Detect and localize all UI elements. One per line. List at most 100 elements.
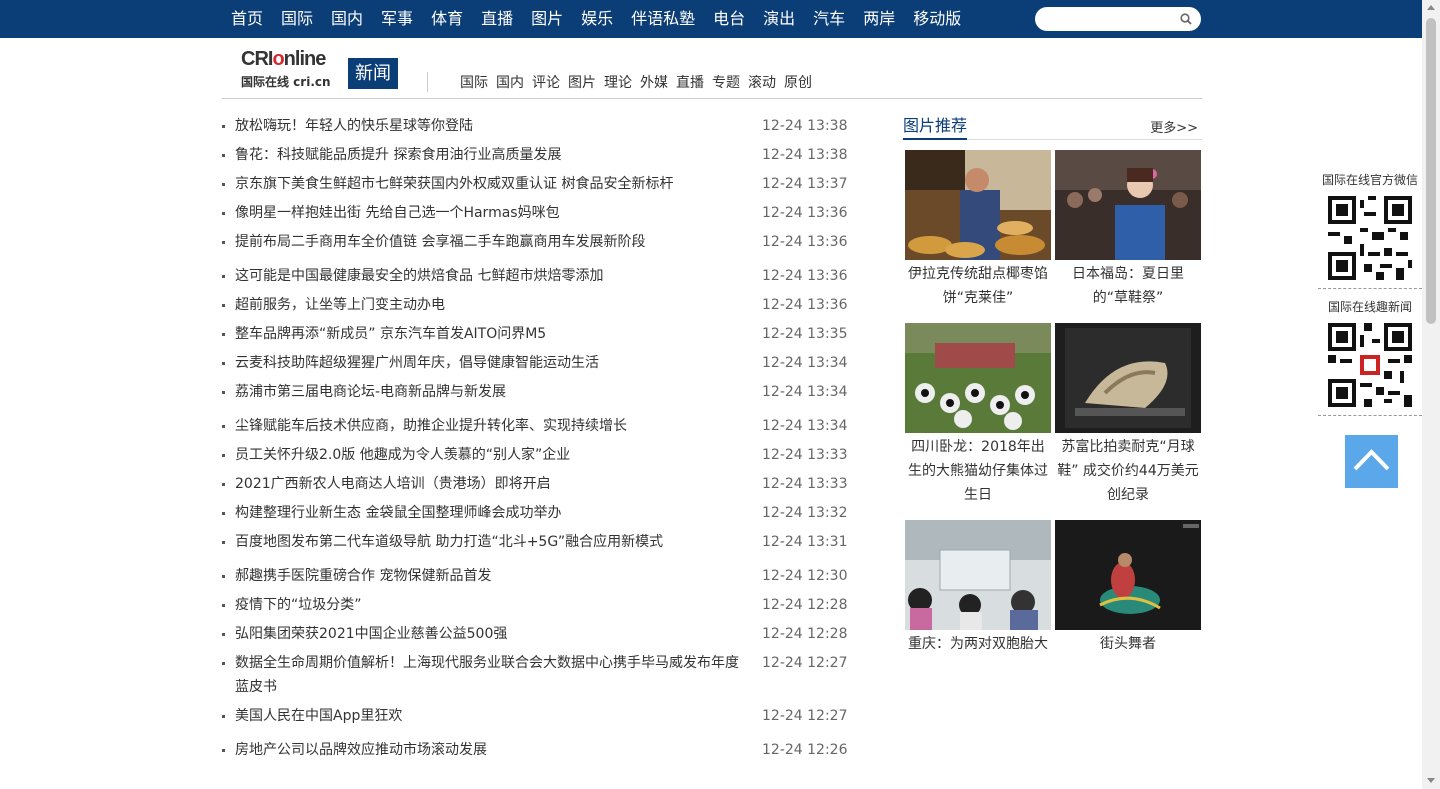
nav-auto[interactable]: 汽车 <box>804 0 854 38</box>
news-title[interactable]: 云麦科技助阵超级猩猩广州周年庆，倡导健康智能运动生活 <box>235 351 745 375</box>
news-item[interactable]: 2021广西新农人电商达人培训（贵港场）即将开启 12-24 13:33 <box>222 472 852 496</box>
back-to-top-button[interactable] <box>1345 435 1398 488</box>
nav-radio[interactable]: 电台 <box>704 0 754 38</box>
more-link[interactable]: 更多>> <box>1150 117 1198 136</box>
photo-caption[interactable]: 四川卧龙：2018年出生的大熊猫幼仔集体过生日 <box>905 433 1051 507</box>
nav-shows[interactable]: 演出 <box>754 0 804 38</box>
news-title[interactable]: 整车品牌再添“新成员” 京东汽车首发AITO问界M5 <box>235 322 745 346</box>
news-title[interactable]: 像明星一样抱娃出街 先给自己选一个Harmas妈咪包 <box>235 201 745 225</box>
photo-thumbnail[interactable] <box>1055 520 1201 630</box>
photo-thumbnail[interactable] <box>1055 150 1201 260</box>
nav-military[interactable]: 军事 <box>372 0 422 38</box>
nav-live[interactable]: 直播 <box>472 0 522 38</box>
news-title[interactable]: 放松嗨玩！年轻人的快乐星球等你登陆 <box>235 114 745 138</box>
news-title[interactable]: 这可能是中国最健康最安全的烘焙食品 七鲜超市烘焙零添加 <box>235 264 745 288</box>
subnav-theory[interactable]: 理论 <box>600 74 636 92</box>
news-date: 12-24 13:34 <box>762 384 848 400</box>
news-item[interactable]: 云麦科技助阵超级猩猩广州周年庆，倡导健康智能运动生活 12-24 13:34 <box>222 351 852 375</box>
news-item[interactable]: 数据全生命周期价值解析！上海现代服务业联合会大数据中心携手毕马威发布年度蓝皮书 1… <box>222 651 852 699</box>
photo-card[interactable]: 重庆：为两对双胞胎大 <box>905 520 1051 656</box>
news-title[interactable]: 郝趣携手医院重磅合作 宠物保健新品首发 <box>235 564 745 588</box>
photo-caption[interactable]: 伊拉克传统甜点椰枣馅饼“克莱佳” <box>905 260 1051 310</box>
news-item[interactable]: 放松嗨玩！年轻人的快乐星球等你登陆 12-24 13:38 <box>222 114 852 138</box>
subnav-world[interactable]: 国际 <box>456 74 492 92</box>
news-date: 12-24 12:30 <box>762 568 848 584</box>
search-input[interactable] <box>1045 10 1175 28</box>
news-title[interactable]: 构建整理行业新生态 金袋鼠全国整理师峰会成功举办 <box>235 501 745 525</box>
subnav-live[interactable]: 直播 <box>672 74 708 92</box>
page-scrollbar[interactable] <box>1422 0 1440 789</box>
nav-china[interactable]: 国内 <box>322 0 372 38</box>
photo-card[interactable]: 伊拉克传统甜点椰枣馅饼“克莱佳” <box>905 150 1051 310</box>
nav-cross-strait[interactable]: 两岸 <box>854 0 904 38</box>
news-title[interactable]: 京东旗下美食生鲜超市七鲜荣获国内外权威双重认证 树食品安全新标杆 <box>235 172 745 196</box>
subnav-photos[interactable]: 图片 <box>564 74 600 92</box>
nav-mobile[interactable]: 移动版 <box>904 0 970 38</box>
news-title[interactable]: 荔浦市第三届电商论坛-电商新品牌与新发展 <box>235 380 745 404</box>
news-item[interactable]: 荔浦市第三届电商论坛-电商新品牌与新发展 12-24 13:34 <box>222 380 852 404</box>
subnav-rolling[interactable]: 滚动 <box>744 74 780 92</box>
search-icon[interactable] <box>1180 13 1192 25</box>
news-date: 12-24 13:33 <box>762 476 848 492</box>
photo-caption[interactable]: 日本福岛：夏日里的“草鞋祭” <box>1055 260 1201 310</box>
news-item[interactable]: 百度地图发布第二代车道级导航 助力打造“北斗+5G”融合应用新模式 12-24 1… <box>222 530 852 554</box>
news-item[interactable]: 整车品牌再添“新成员” 京东汽车首发AITO问界M5 12-24 13:35 <box>222 322 852 346</box>
photo-card[interactable]: 日本福岛：夏日里的“草鞋祭” <box>1055 150 1201 310</box>
news-item[interactable]: 弘阳集团荣获2021中国企业慈善公益500强 12-24 12:28 <box>222 622 852 646</box>
photo-card[interactable]: 苏富比拍卖耐克“月球鞋” 成交价约44万美元创纪录 <box>1055 323 1201 507</box>
news-item[interactable]: 鲁花：科技赋能品质提升 探索食用油行业高质量发展 12-24 13:38 <box>222 143 852 167</box>
subnav-original[interactable]: 原创 <box>780 74 816 92</box>
news-date: 12-24 13:36 <box>762 234 848 250</box>
news-title[interactable]: 房地产公司以品牌效应推动市场滚动发展 <box>235 738 745 762</box>
scrollbar-thumb[interactable] <box>1426 18 1436 324</box>
news-title[interactable]: 尘锋赋能车后技术供应商，助推企业提升转化率、实现持续增长 <box>235 414 745 438</box>
news-item[interactable]: 京东旗下美食生鲜超市七鲜荣获国内外权威双重认证 树食品安全新标杆 12-24 13… <box>222 172 852 196</box>
news-title[interactable]: 鲁花：科技赋能品质提升 探索食用油行业高质量发展 <box>235 143 745 167</box>
subnav-foreign-media[interactable]: 外媒 <box>636 74 672 92</box>
photo-thumbnail[interactable] <box>1055 323 1201 433</box>
photo-card[interactable]: 四川卧龙：2018年出生的大熊猫幼仔集体过生日 <box>905 323 1051 507</box>
photo-caption[interactable]: 重庆：为两对双胞胎大 <box>905 630 1051 656</box>
news-title[interactable]: 弘阳集团荣获2021中国企业慈善公益500强 <box>235 622 745 646</box>
news-item[interactable]: 尘锋赋能车后技术供应商，助推企业提升转化率、实现持续增长 12-24 13:34 <box>222 414 852 438</box>
photo-caption[interactable]: 街头舞者 <box>1055 630 1201 656</box>
photo-thumbnail[interactable] <box>905 323 1051 433</box>
nav-sports[interactable]: 体育 <box>422 0 472 38</box>
news-item[interactable]: 员工关怀升级2.0版 他趣成为令人羡慕的“别人家”企业 12-24 13:33 <box>222 443 852 467</box>
news-item[interactable]: 超前服务，让坐等上门变主动办电 12-24 13:36 <box>222 293 852 317</box>
news-title[interactable]: 提前布局二手商用车全价值链 会享福二手车跑赢商用车发展新阶段 <box>235 230 745 254</box>
news-title[interactable]: 2021广西新农人电商达人培训（贵港场）即将开启 <box>235 472 745 496</box>
scroll-down-arrow-icon[interactable] <box>1427 778 1435 783</box>
nav-home[interactable]: 首页 <box>222 0 272 38</box>
news-title[interactable]: 疫情下的“垃圾分类” <box>235 593 745 617</box>
subnav-china[interactable]: 国内 <box>492 74 528 92</box>
subnav-opinion[interactable]: 评论 <box>528 74 564 92</box>
side-qr-panel: 国际在线官方微信 国际在线趣新闻 <box>1318 170 1422 424</box>
subnav-topics[interactable]: 专题 <box>708 74 744 92</box>
news-item[interactable]: 构建整理行业新生态 金袋鼠全国整理师峰会成功举办 12-24 13:32 <box>222 501 852 525</box>
nav-world[interactable]: 国际 <box>272 0 322 38</box>
photo-thumbnail[interactable] <box>905 520 1051 630</box>
news-item[interactable]: 郝趣携手医院重磅合作 宠物保健新品首发 12-24 12:30 <box>222 564 852 588</box>
news-title[interactable]: 员工关怀升级2.0版 他趣成为令人羡慕的“别人家”企业 <box>235 443 745 467</box>
news-title[interactable]: 数据全生命周期价值解析！上海现代服务业联合会大数据中心携手毕马威发布年度蓝皮书 <box>235 651 745 699</box>
news-item[interactable]: 美国人民在中国App里狂欢 12-24 12:27 <box>222 704 852 728</box>
news-item[interactable]: 这可能是中国最健康最安全的烘焙食品 七鲜超市烘焙零添加 12-24 13:36 <box>222 264 852 288</box>
news-group: 放松嗨玩！年轻人的快乐星球等你登陆 12-24 13:38 鲁花：科技赋能品质提升 … <box>222 114 852 254</box>
news-title[interactable]: 百度地图发布第二代车道级导航 助力打造“北斗+5G”融合应用新模式 <box>235 530 745 554</box>
wechat-qr-code <box>1328 196 1412 280</box>
nav-entertainment[interactable]: 娱乐 <box>572 0 622 38</box>
photo-thumbnail[interactable] <box>905 150 1051 260</box>
news-item[interactable]: 像明星一样抱娃出街 先给自己选一个Harmas妈咪包 12-24 13:36 <box>222 201 852 225</box>
nav-photos[interactable]: 图片 <box>522 0 572 38</box>
news-item[interactable]: 房地产公司以品牌效应推动市场滚动发展 12-24 12:26 <box>222 738 852 762</box>
site-logo[interactable]: CRIonline 国际在线 cri.cn 新闻 <box>241 48 401 92</box>
photo-card[interactable]: 街头舞者 <box>1055 520 1201 656</box>
news-title[interactable]: 超前服务，让坐等上门变主动办电 <box>235 293 745 317</box>
news-item[interactable]: 提前布局二手商用车全价值链 会享福二手车跑赢商用车发展新阶段 12-24 13:3… <box>222 230 852 254</box>
news-title[interactable]: 美国人民在中国App里狂欢 <box>235 704 745 728</box>
nav-language[interactable]: 伴语私塾 <box>622 0 704 38</box>
news-item[interactable]: 疫情下的“垃圾分类” 12-24 12:28 <box>222 593 852 617</box>
scroll-up-arrow-icon[interactable] <box>1427 5 1435 10</box>
photo-caption[interactable]: 苏富比拍卖耐克“月球鞋” 成交价约44万美元创纪录 <box>1055 433 1201 507</box>
